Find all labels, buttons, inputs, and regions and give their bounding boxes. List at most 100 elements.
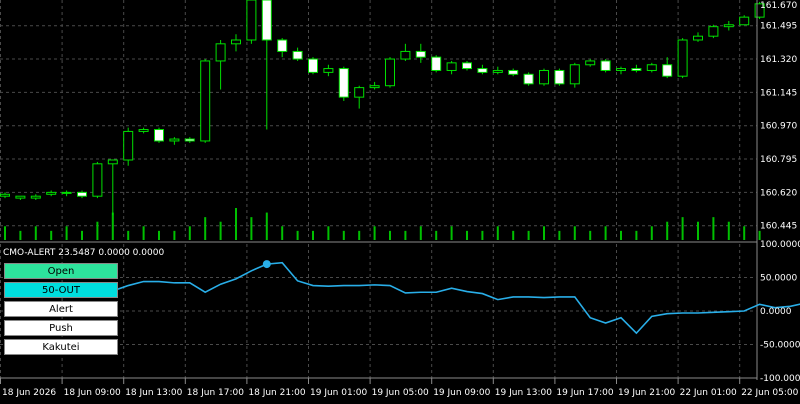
candle xyxy=(600,59,611,73)
price-axis: 161.670 161.495 161.320 161.145 160.970 160.7… xyxy=(756,0,797,380)
candle-body xyxy=(61,191,72,194)
candle xyxy=(616,66,626,75)
candle-body xyxy=(369,85,380,89)
candle xyxy=(662,57,673,79)
candle xyxy=(215,40,226,90)
price-tick-label: 160.795 xyxy=(760,155,797,165)
candle-body xyxy=(77,191,87,197)
candle-body xyxy=(123,130,134,161)
time-axis: 18 Jun 2026 18 Jun 09:00 18 Jun 13:00 18 Ju… xyxy=(0,377,799,398)
candle xyxy=(30,194,41,200)
candle xyxy=(46,190,57,197)
candle xyxy=(492,66,503,75)
indicator-label: CMO-ALERT 23.5487 0.0000 0.0000 xyxy=(3,248,164,258)
candle-body xyxy=(30,195,41,199)
candle xyxy=(523,72,534,86)
candle xyxy=(708,24,719,39)
candle-body xyxy=(739,16,750,26)
candle xyxy=(508,68,519,77)
trading-chart[interactable]: 161.670 161.495 161.320 161.145 160.970 160.7… xyxy=(0,0,800,400)
candle-body xyxy=(215,43,226,62)
candle-body xyxy=(184,138,195,142)
time-tick-label: 19 Jun 13:00 xyxy=(495,388,552,398)
push-button[interactable]: Push xyxy=(4,320,118,336)
indicator-tick-label: 50.0000 xyxy=(760,274,797,284)
fifty-out-button[interactable]: 50-OUT xyxy=(4,282,118,298)
candle-body xyxy=(508,69,519,75)
candle-body xyxy=(338,68,349,98)
candle-body xyxy=(492,69,503,73)
kakutei-button[interactable]: Kakutei xyxy=(4,339,118,355)
candle-body xyxy=(400,50,411,60)
indicator-tick-label: -50.0000 xyxy=(760,341,800,351)
time-tick-label: 19 Jun 21:00 xyxy=(618,388,675,398)
alert-button[interactable]: Alert xyxy=(4,301,118,317)
candle-body xyxy=(292,50,303,60)
candle xyxy=(308,57,318,75)
candle xyxy=(446,60,457,75)
candle xyxy=(138,127,149,134)
open-button[interactable]: Open xyxy=(4,263,118,279)
candle xyxy=(123,127,134,166)
price-tick-label: 161.495 xyxy=(760,22,797,32)
time-tick-label: 19 Jun 09:00 xyxy=(433,388,490,398)
chart-canvas[interactable]: 161.670 161.495 161.320 161.145 160.970 160.7… xyxy=(0,0,800,400)
candle xyxy=(231,34,241,52)
signal-marker xyxy=(262,260,271,269)
price-tick-label: 160.970 xyxy=(760,122,797,132)
price-tick-label: 160.620 xyxy=(760,188,797,198)
candle-body xyxy=(631,68,642,71)
candle xyxy=(277,38,288,58)
candle-body xyxy=(277,39,288,52)
time-tick-label: 18 Jun 2026 xyxy=(2,388,56,398)
candle-body xyxy=(200,60,211,142)
indicator-line xyxy=(112,260,800,335)
candle xyxy=(477,64,488,75)
candle xyxy=(415,43,426,63)
candle-body xyxy=(662,64,673,77)
candle-body xyxy=(446,62,457,71)
candle xyxy=(77,190,87,199)
time-tick-label: 19 Jun 05:00 xyxy=(372,388,429,398)
candle xyxy=(400,43,411,61)
candle xyxy=(646,62,657,73)
candle xyxy=(723,20,734,31)
candle xyxy=(539,68,549,86)
candle-body xyxy=(354,87,365,98)
candle-body xyxy=(261,0,272,41)
candle xyxy=(184,137,195,143)
candle xyxy=(246,0,257,44)
candle xyxy=(92,161,103,199)
price-tick-label: 161.320 xyxy=(760,55,797,65)
candlesticks xyxy=(0,0,765,216)
candle xyxy=(462,60,472,71)
candle-body xyxy=(646,64,657,71)
candle-body xyxy=(569,64,580,85)
candle-body xyxy=(585,60,596,66)
candle xyxy=(431,55,442,73)
candle-body xyxy=(523,73,534,85)
candle-body xyxy=(92,163,103,197)
candle-body xyxy=(154,129,164,142)
time-tick-label: 18 Jun 13:00 xyxy=(125,388,182,398)
candle xyxy=(169,137,180,145)
candle-body xyxy=(431,56,442,71)
indicator-axis: 100.0000 50.0000 0.0000 -50.0000 -100.0000 xyxy=(760,240,800,384)
candle-body xyxy=(323,68,334,73)
candle xyxy=(369,81,380,90)
candle xyxy=(354,85,365,109)
candle xyxy=(385,57,395,88)
candle-body xyxy=(462,62,472,70)
candle xyxy=(107,159,118,216)
candle-body xyxy=(693,35,703,41)
candle xyxy=(261,0,272,130)
volume-bars xyxy=(4,208,761,240)
candle xyxy=(739,15,750,26)
candle-body xyxy=(477,68,488,73)
candle xyxy=(569,62,580,88)
candle xyxy=(200,59,211,143)
price-tick-label: 161.145 xyxy=(760,88,797,98)
time-tick-label: 18 Jun 21:00 xyxy=(248,388,305,398)
time-tick-label: 22 Jun 05:00 xyxy=(741,388,798,398)
price-tick-label: 160.445 xyxy=(760,222,797,232)
